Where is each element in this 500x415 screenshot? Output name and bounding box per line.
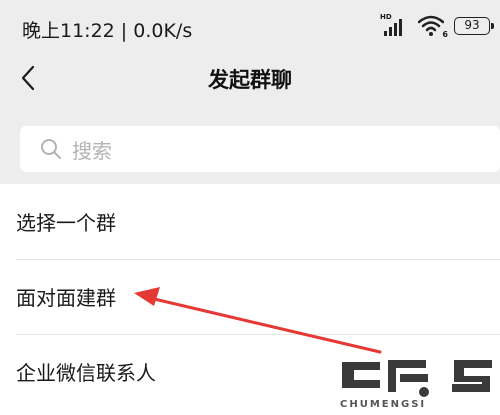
search-input[interactable]: 搜索 [20,126,500,172]
signal-icon: HD [380,13,410,37]
options-list: 选择一个群 面对面建群 企业微信联系人 [0,184,500,415]
battery-icon: 93 [454,17,494,35]
battery-level: 93 [464,18,480,32]
nav-bar: 发起群聊 [0,52,500,104]
list-item-label: 面对面建群 [16,286,116,310]
status-icons: HD 6 93 [380,13,494,39]
search-icon [41,139,61,159]
network-badge: HD [380,13,392,21]
page-title: 发起群聊 [208,68,292,92]
list-item-label: 选择一个群 [16,211,116,235]
list-item-label: 企业微信联系人 [16,361,156,385]
list-item-enterprise-contacts[interactable]: 企业微信联系人 [0,334,500,409]
search-placeholder: 搜索 [72,138,112,163]
wifi-badge: 6 [442,30,448,39]
wifi-icon: 6 [417,15,448,39]
list-item-face-to-face-group[interactable]: 面对面建群 [0,259,500,334]
status-bar: 晚上11:22 | 0.0K/s HD 6 93 [0,0,500,52]
status-time: 晚上11:22 | 0.0K/s [22,20,193,42]
list-item-select-group[interactable]: 选择一个群 [0,184,500,259]
